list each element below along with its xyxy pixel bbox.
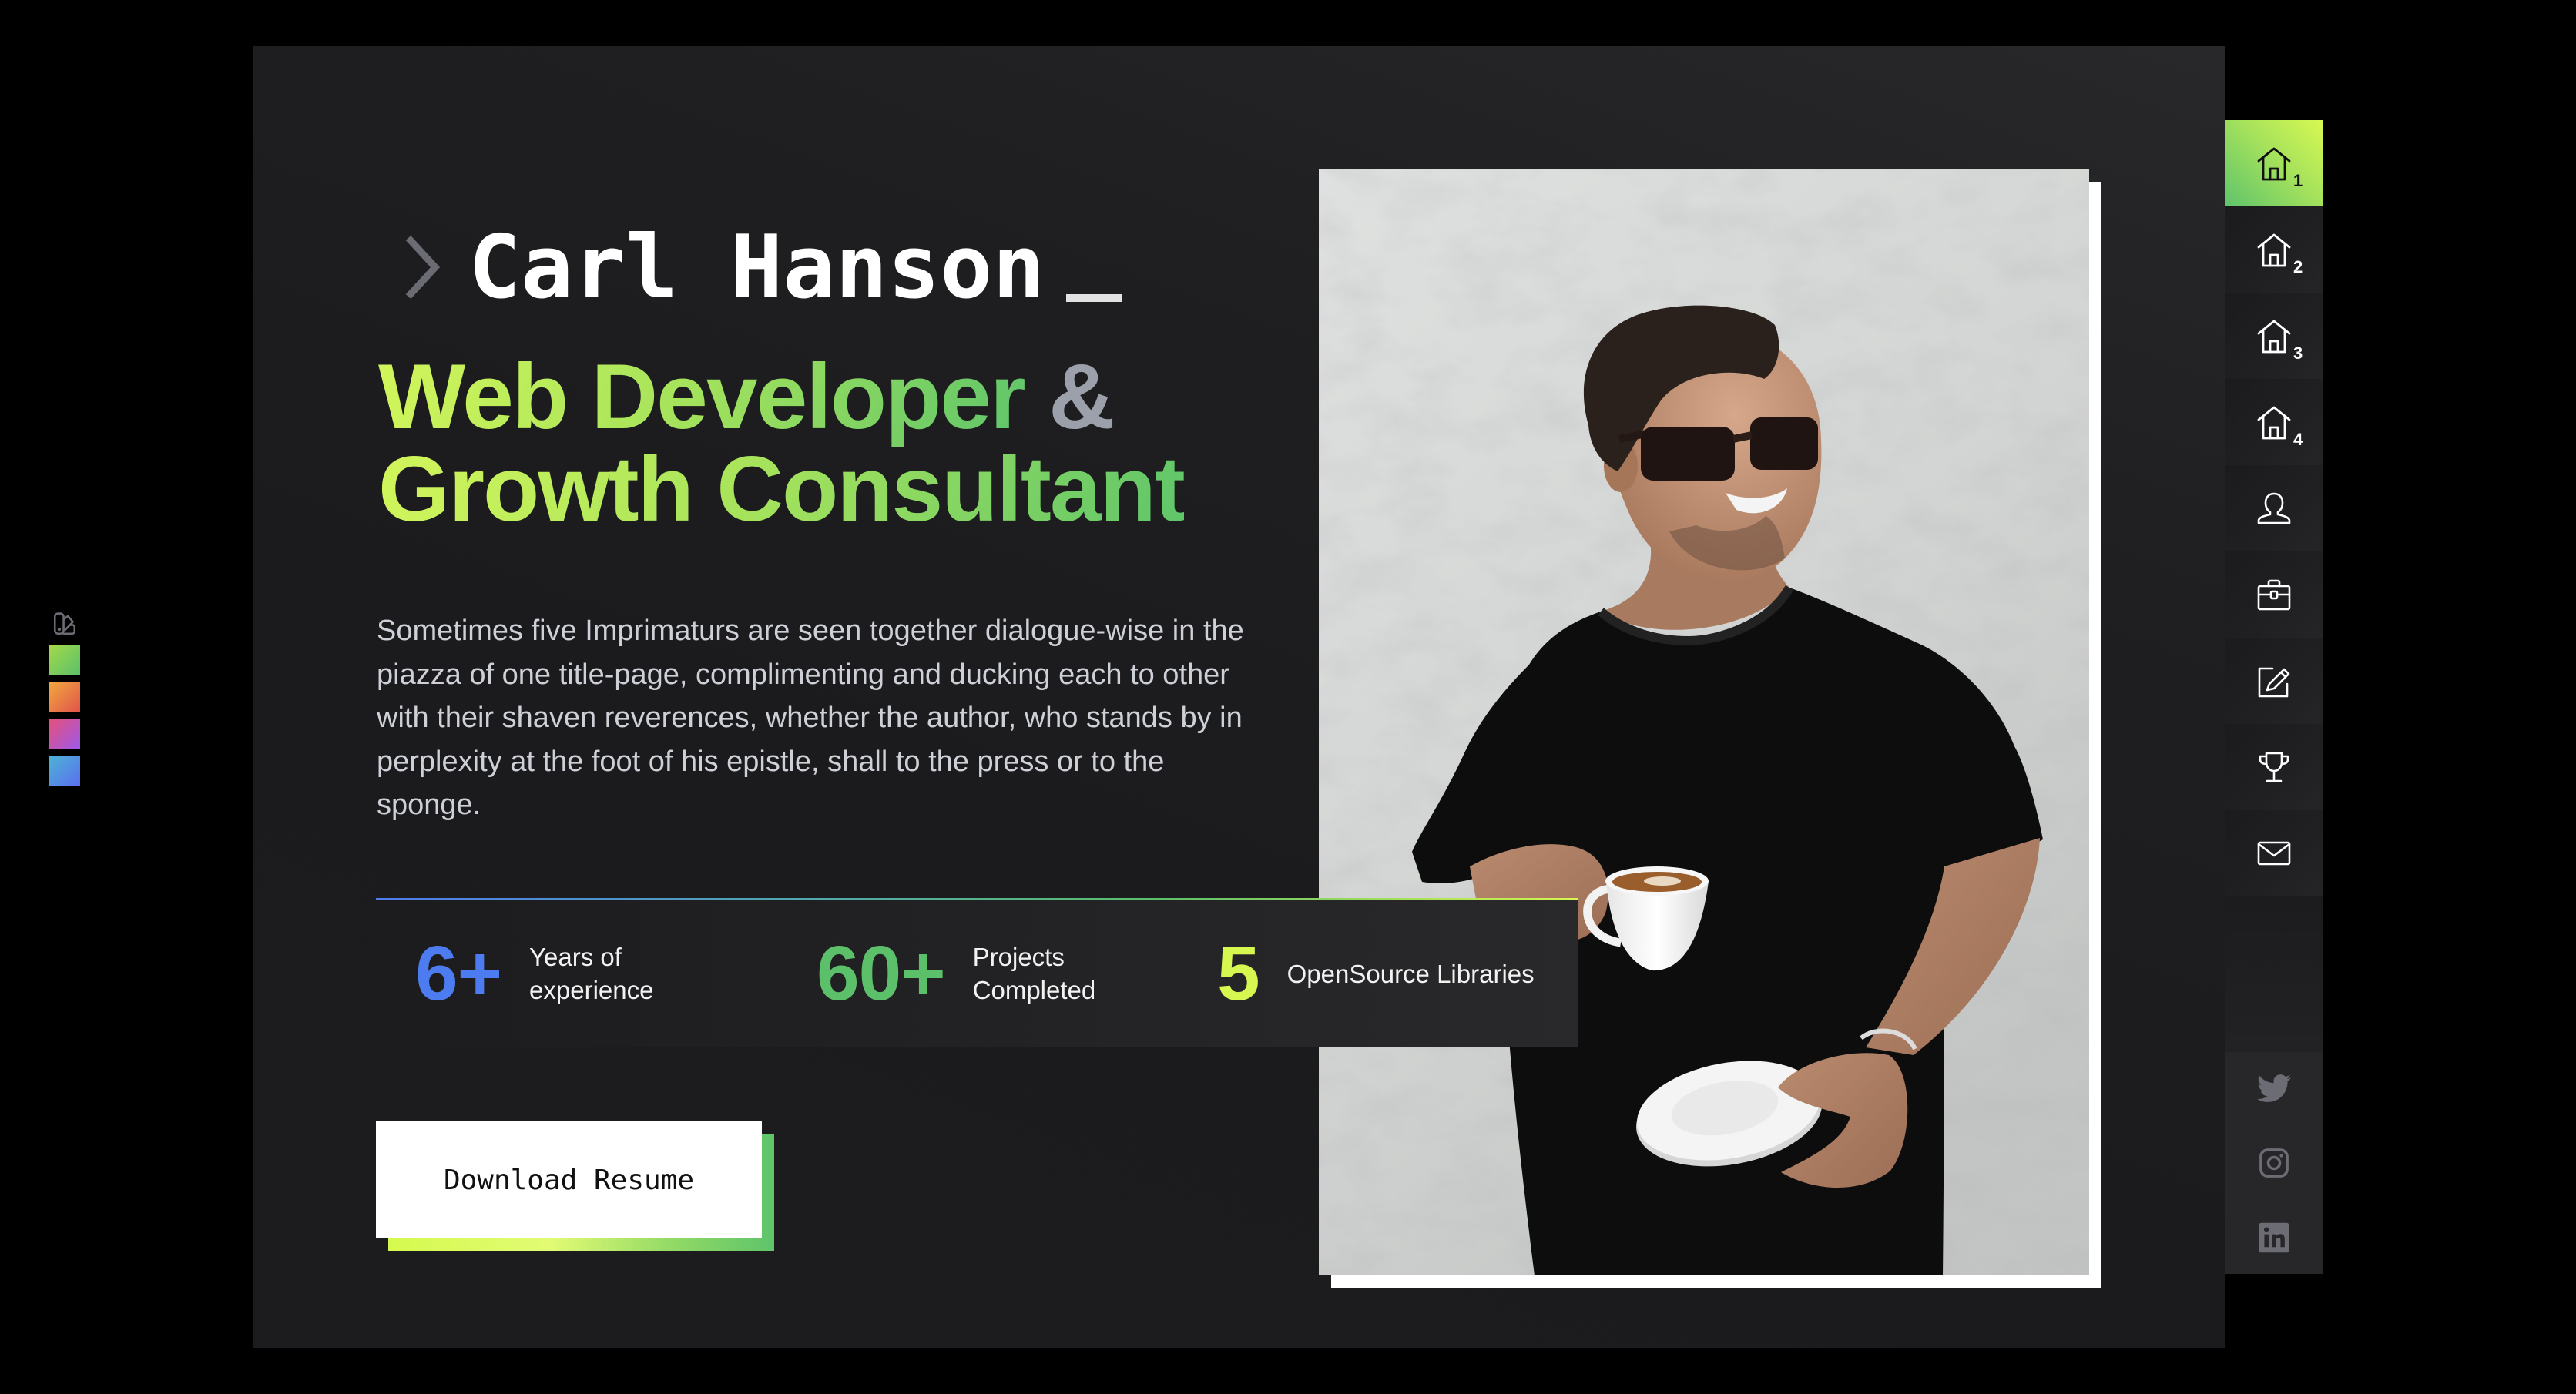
nav-item-awards[interactable] [2225,724,2323,810]
stat-label: OpenSource Libraries [1286,959,1535,988]
nav-item-about[interactable] [2225,465,2323,551]
theme-swatch-green[interactable] [49,645,80,675]
stat-value: 5 [1217,930,1260,1017]
hero-panel: Carl Hanson Web Developer & Growth Consu… [253,46,2225,1348]
linkedin-icon[interactable] [2258,1221,2290,1254]
mail-icon [2257,841,2291,866]
palette-icon[interactable] [52,611,78,637]
home-icon [2257,320,2291,354]
theme-swatch-blue[interactable] [49,756,80,786]
home-icon [2257,147,2291,181]
twitter-icon[interactable] [2257,1072,2291,1104]
edit-icon [2258,667,2290,698]
profile-name: Carl Hanson [468,224,1122,311]
chevron-right-icon [405,235,441,300]
social-links [2225,1052,2323,1274]
stat-experience: 6+ Years of experience [415,900,653,1047]
download-resume-button[interactable]: Download Resume [376,1121,762,1238]
stat-projects: 60+ Projects Completed [817,900,1095,1047]
nav-item-home-2[interactable]: 2 [2225,206,2323,293]
stat-label: Projects Completed [972,943,1096,1004]
stat-value: 6+ [415,930,502,1017]
nav-subscript: 3 [2293,343,2303,363]
headline-line-2: Growth Consultant [378,443,1186,535]
nav-item-contact[interactable] [2225,810,2323,896]
stat-value: 60+ [817,930,946,1017]
home-icon [2257,233,2291,267]
theme-swatch-orange[interactable] [49,682,80,712]
bio-paragraph: Sometimes five Imprimaturs are seen toge… [377,615,1244,821]
user-icon [2257,492,2291,524]
profile-photo [1319,169,2089,1275]
headline-role-2: Growth Consultant [378,437,1186,541]
trophy-icon [2259,752,2289,782]
nav-item-blog[interactable] [2225,638,2323,724]
headline-role-1: Web Developer [378,345,1026,448]
headline-line-1: Web Developer & [378,350,1184,443]
theme-switcher [49,611,80,788]
sidebar-spacer [2225,896,2323,1052]
instagram-icon[interactable] [2258,1147,2290,1179]
nav-item-home-1[interactable]: 1 [2225,120,2323,206]
briefcase-icon [2257,579,2291,611]
headline: Web Developer & Growth Consultant [378,350,1186,535]
stat-label: Years of experience [529,943,654,1004]
text-cursor [1066,294,1122,302]
stat-libraries: 5 OpenSource Libraries [1217,900,1535,1047]
headline-ampersand: & [1048,345,1115,448]
nav-subscript: 2 [2293,257,2303,276]
nav-item-portfolio[interactable] [2225,551,2323,638]
nav-subscript: 1 [2293,171,2303,190]
sidebar-nav: 1 2 3 4 [2225,120,2323,1274]
nav-item-home-3[interactable]: 3 [2225,293,2323,379]
profile-name-text: Carl Hanson [468,216,1045,318]
stats-bar: 6+ Years of experience 60+ Projects Comp… [376,898,1578,1047]
theme-swatch-magenta[interactable] [49,719,80,749]
nav-subscript: 4 [2293,430,2303,449]
home-icon [2257,406,2291,440]
nav-item-home-4[interactable]: 4 [2225,379,2323,465]
